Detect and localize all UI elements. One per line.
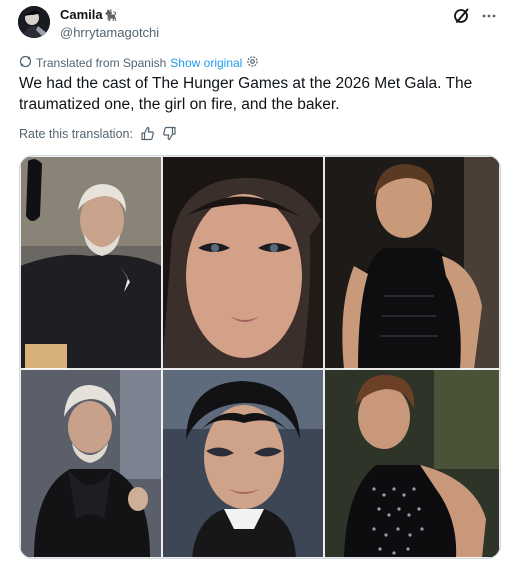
tweet-post: Camila🐈‍⬛ @hrrytamagotchi Tr xyxy=(0,0,511,567)
grok-icon[interactable] xyxy=(453,7,471,25)
translation-notice: Translated from Spanish Show original xyxy=(19,55,259,71)
translate-icon xyxy=(19,55,32,71)
post-text: We had the cast of The Hunger Games at t… xyxy=(19,75,473,113)
media-photo-2[interactable] xyxy=(162,156,324,369)
thumbs-down-icon[interactable] xyxy=(162,126,177,141)
media-photo-1[interactable] xyxy=(20,156,162,369)
name-emoji-badge: 🐈‍⬛ xyxy=(103,10,118,22)
media-photo-4[interactable] xyxy=(20,369,162,558)
media-photo-3[interactable] xyxy=(324,156,500,369)
rate-translation: Rate this translation: xyxy=(19,126,177,141)
show-original-link[interactable]: Show original xyxy=(170,56,242,70)
thumbs-up-icon[interactable] xyxy=(140,126,155,141)
rate-translation-label: Rate this translation: xyxy=(19,126,133,141)
avatar[interactable] xyxy=(18,6,50,38)
gear-icon[interactable] xyxy=(246,55,259,71)
user-handle[interactable]: @hrrytamagotchi xyxy=(60,24,159,42)
media-grid[interactable] xyxy=(19,155,501,559)
translated-from-label: Translated from Spanish xyxy=(36,56,167,70)
media-photo-5[interactable] xyxy=(162,369,324,558)
media-photo-6[interactable] xyxy=(324,369,500,558)
top-actions xyxy=(453,7,497,25)
display-name[interactable]: Camila xyxy=(60,7,103,23)
more-horizontal-icon[interactable] xyxy=(481,8,497,24)
user-info: Camila🐈‍⬛ @hrrytamagotchi xyxy=(60,6,159,42)
